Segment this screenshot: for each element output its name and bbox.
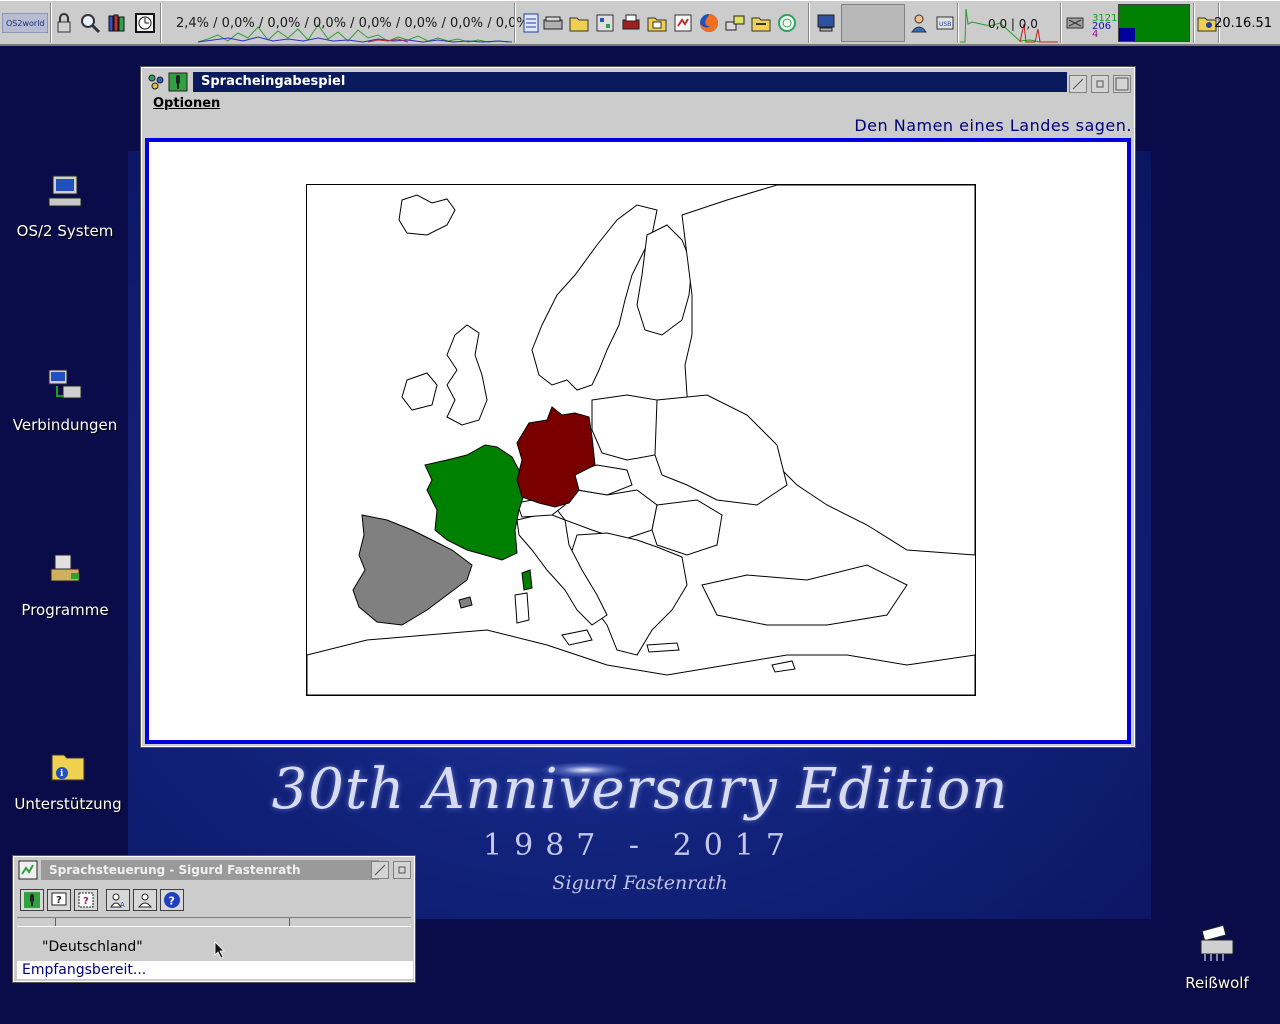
books-icon[interactable] [106, 12, 128, 34]
svg-text:?: ? [169, 895, 175, 908]
menu-optionen[interactable]: Optionen [153, 96, 220, 111]
europe-map[interactable] [306, 184, 976, 696]
microphone-icon [24, 892, 40, 908]
sardinia-shape[interactable] [514, 592, 530, 624]
control-panel-icon[interactable] [672, 12, 694, 34]
window-title: Spracheingabespiel [193, 72, 1067, 92]
empty-tray-slot [841, 4, 905, 42]
maximize-icon [1115, 77, 1129, 91]
minimize-button[interactable] [1091, 75, 1109, 93]
window-list-icon[interactable] [520, 12, 542, 34]
os2world-logo-icon: OS2world [2, 13, 48, 33]
desktop-icon-os2-system[interactable]: OS/2 System [0, 172, 130, 240]
voice-system-menu-icon[interactable] [18, 860, 38, 880]
cpu-readout: 2,4% / 0,0% / 0,0% / 0,0% / 0,0% / 0,0% … [176, 16, 529, 31]
svg-text:i: i [60, 769, 64, 779]
voice-minimize-button[interactable] [393, 861, 411, 879]
minimize-icon [1096, 80, 1104, 88]
help-icon: ? [164, 892, 180, 908]
voice-window-title: Sprachsteuerung - Sigurd Fastenrath [41, 860, 379, 880]
usb-icon[interactable]: USB [934, 12, 956, 34]
microphone-button[interactable] [20, 889, 44, 911]
hide-icon [374, 864, 386, 876]
desktop-icon-reisswolf[interactable]: Reißwolf [1152, 924, 1280, 992]
speech-game-window: Spracheingabespiel Optionen Den Namen ei… [140, 66, 1136, 748]
desktop-icon-programme[interactable]: Programme [0, 551, 130, 619]
svg-text:A: A [120, 901, 125, 909]
config-folder-icon[interactable] [646, 12, 668, 34]
lock-icon[interactable] [53, 12, 75, 34]
clock-display[interactable]: 20.16.51 [1214, 16, 1272, 31]
computer-icon [48, 175, 82, 207]
svg-text:?: ? [56, 895, 62, 906]
connections-icon [48, 369, 82, 399]
dictation-button[interactable]: A [106, 889, 130, 911]
folder-icon[interactable] [568, 12, 590, 34]
memory-readout: 3121 206 4 [1092, 14, 1117, 40]
svg-text:OS2world: OS2world [6, 19, 45, 28]
voice-status: Empfangsbereit... [17, 961, 413, 979]
svg-text:?: ? [83, 896, 89, 907]
firefox-icon[interactable] [698, 12, 720, 34]
network-traffic-graph: 0,0 | 0,0 [960, 8, 1058, 43]
wallpaper-title: 30th Anniversary Edition [271, 757, 1009, 822]
map-panel [145, 138, 1131, 744]
hide-icon [1072, 78, 1084, 90]
window-titlebar[interactable]: Spracheingabespiel [144, 70, 1132, 94]
person-speak-icon: A [110, 893, 125, 909]
shredder-icon [1200, 924, 1234, 961]
question-bubble-icon: ? [51, 892, 67, 906]
recognized-phrase: "Deutschland" [42, 939, 143, 955]
voice-divider [17, 917, 411, 927]
hide-button[interactable] [1069, 75, 1087, 93]
programs-icon [50, 554, 80, 582]
shredder-small-icon[interactable] [620, 12, 642, 34]
archive-folder-icon[interactable] [750, 12, 772, 34]
user-settings-button[interactable] [133, 889, 157, 911]
voice-control-window: Sprachsteuerung - Sigurd Fastenrath ? ? … [12, 855, 416, 983]
desktop-icon-verbindungen[interactable]: Verbindungen [0, 366, 130, 434]
person-settings-icon [137, 893, 153, 908]
minimize-icon [398, 866, 406, 874]
taskbar: OS2world 2,4% / 0,0% / 0,0% / 0,0% / 0,0… [0, 0, 1280, 46]
clock-icon[interactable] [134, 12, 156, 34]
poland-shape[interactable] [591, 394, 663, 461]
mouse-pointer-icon [214, 941, 225, 959]
svg-text:USB: USB [939, 21, 951, 28]
corsica-shape[interactable] [521, 569, 533, 591]
desktop-icon-label: Unterstützung [14, 795, 122, 813]
desktop-icon-unterstuetzung[interactable]: i Unterstützung [3, 745, 133, 813]
sensors-icon[interactable] [1064, 12, 1086, 34]
help-button[interactable]: ? [160, 889, 184, 911]
desktop-icon-label: OS/2 System [16, 222, 114, 240]
user-icon[interactable] [908, 12, 930, 34]
question-frame-icon: ? [78, 892, 94, 908]
info-folder-icon: i [51, 754, 85, 781]
help-context-button[interactable]: ? [47, 889, 71, 911]
memory-bar [1118, 4, 1190, 42]
network-icon[interactable] [724, 12, 746, 34]
romania-shape[interactable] [651, 499, 723, 556]
desktop-icon-label: Reißwolf [1185, 974, 1249, 992]
os2world-logo-button[interactable]: OS2world [2, 4, 48, 42]
what-can-i-say-button[interactable]: ? [74, 889, 98, 911]
menubar: Optionen [144, 94, 1132, 114]
desktop-icon-label: Verbindungen [12, 416, 118, 434]
desktop-icon-label: Programme [21, 601, 109, 619]
instruction-text: Den Namen eines Landes sagen. [854, 116, 1132, 135]
voice-hide-button[interactable] [371, 861, 389, 879]
search-icon[interactable] [79, 12, 101, 34]
system-menu-icon[interactable] [146, 72, 166, 92]
maximize-button[interactable] [1113, 75, 1131, 93]
crete-shape[interactable] [646, 642, 680, 653]
calculator-icon[interactable] [776, 12, 798, 34]
drives-icon[interactable] [542, 12, 564, 34]
monitor-icon[interactable] [815, 12, 837, 34]
europe-map-svg [307, 185, 975, 695]
mem-bot-value: 4 [1092, 29, 1099, 40]
templates-icon[interactable] [594, 12, 616, 34]
svg-text:0,0 | 0,0: 0,0 | 0,0 [988, 17, 1038, 31]
microphone-icon[interactable] [168, 72, 188, 92]
